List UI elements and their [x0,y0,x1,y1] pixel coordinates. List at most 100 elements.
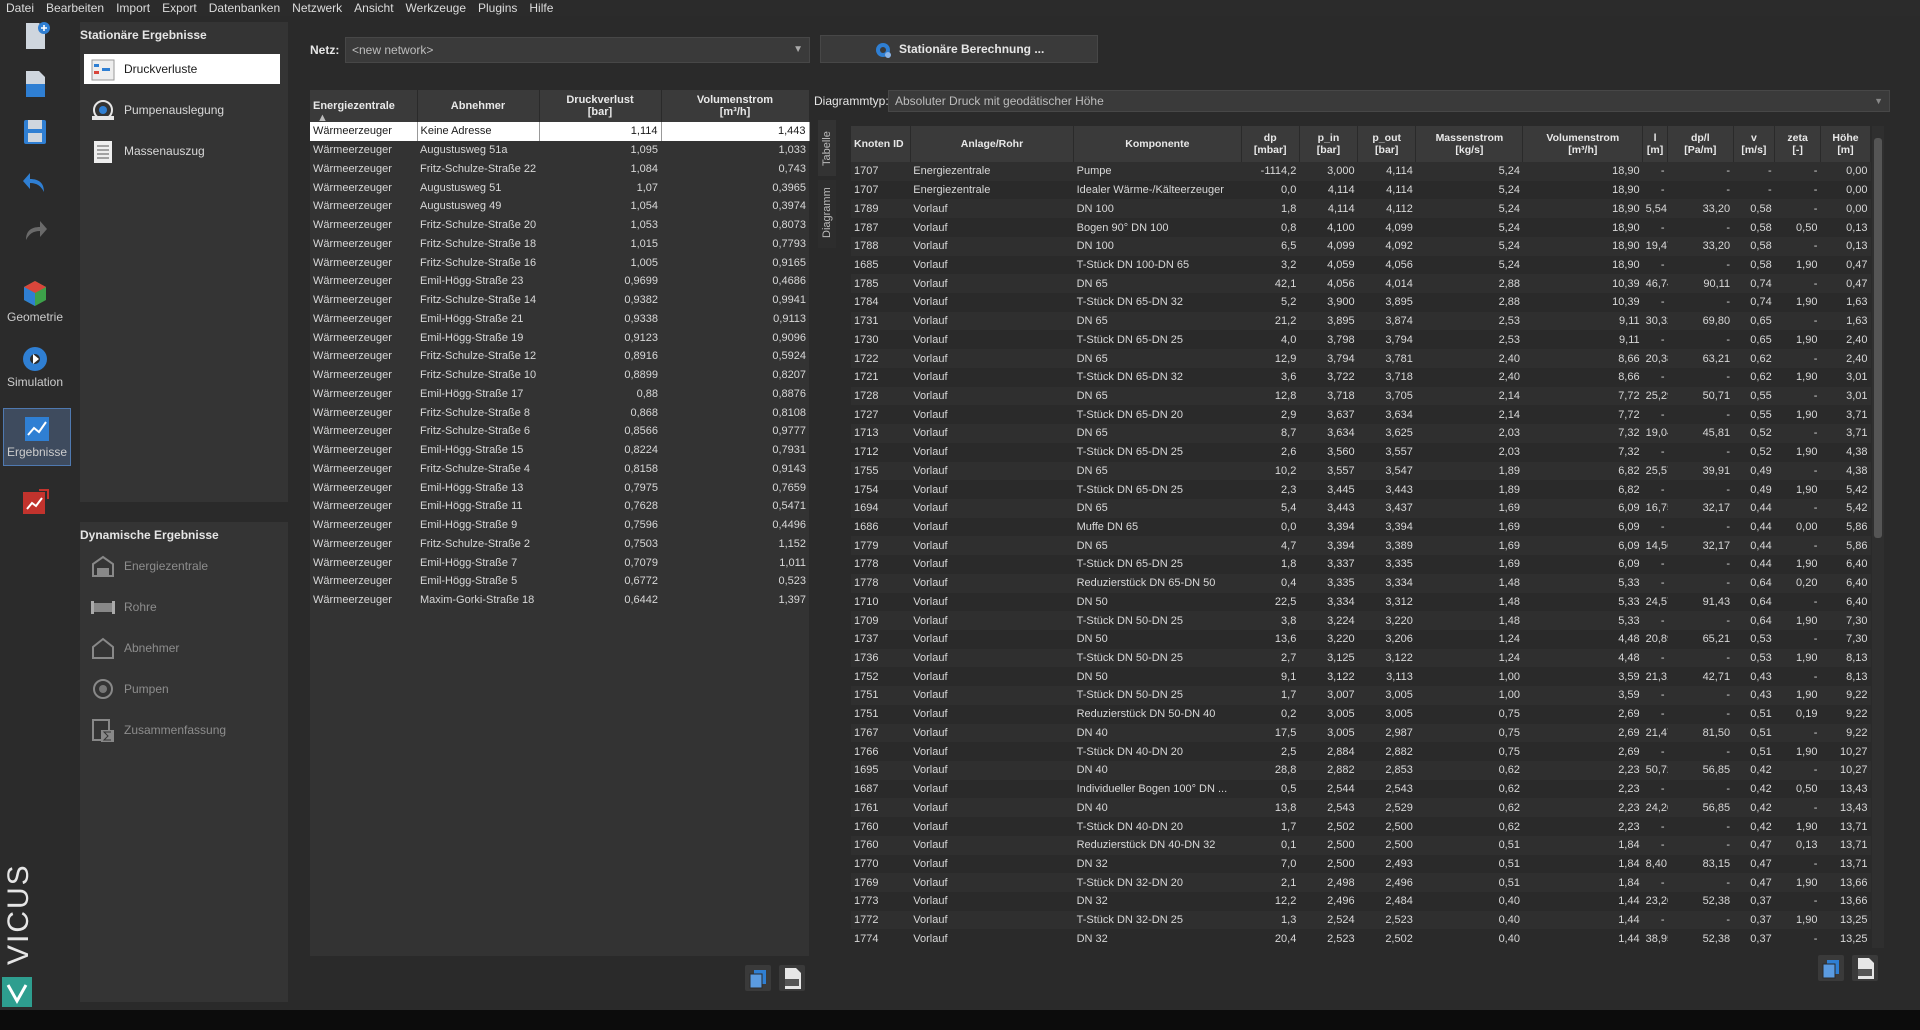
column-header[interactable]: Energiezentrale ▲ [310,90,418,124]
table-row[interactable]: 1695 Vorlauf DN 40 28,8 2,882 2,853 0,62 2,23 50… [851,761,1871,780]
column-header[interactable]: Komponente [1073,126,1242,162]
table-row[interactable]: Wärmeerzeuger Maxim-Gorki-Straße 18 0,6442… [310,591,809,610]
table-row[interactable]: 1754 Vorlauf T-Stück DN 65-DN 25 2,3 3,445 3,… [851,480,1871,499]
table-row[interactable]: Wärmeerzeuger Fritz-Schulze-Straße 6 0,856… [310,422,809,441]
table-row[interactable]: 1760 Vorlauf Reduzierstück DN 40-DN 32 0,1 2… [851,835,1871,855]
geometry-button[interactable]: Geometrie [0,278,70,330]
table-row[interactable]: Wärmeerzeuger Fritz-Schulze-Straße 14 0,93… [310,291,809,310]
column-header[interactable]: Druckverlust [bar] [539,90,662,122]
table-row[interactable]: Wärmeerzeuger Emil-Högg-Straße 21 0,9338 0,… [310,310,809,329]
table-row[interactable]: Wärmeerzeuger Fritz-Schulze-Straße 8 0,868… [310,403,809,422]
nav-druckverluste[interactable]: Druckverluste [84,54,280,84]
table-row[interactable]: Wärmeerzeuger Fritz-Schulze-Straße 20 1,05… [310,216,809,235]
column-header[interactable]: Höhe [m] [1820,126,1872,162]
menu-item[interactable]: Plugins [472,0,523,16]
table-row[interactable]: Wärmeerzeuger Augustusweg 49 1,054 0,3974 [310,197,809,216]
table-row[interactable]: Wärmeerzeuger Emil-Högg-Straße 15 0,8224 0,… [310,441,809,460]
menu-item[interactable]: Datenbanken [203,0,286,16]
column-header[interactable]: Abnehmer [417,90,540,122]
column-header[interactable]: l [m] [1642,126,1669,162]
tab-diagramm[interactable]: Diagramm [818,180,836,248]
table-row[interactable]: 1731 Vorlauf DN 65 21,2 3,895 3,874 2,53 9,11 30… [851,311,1871,331]
table-row[interactable]: 1728 Vorlauf DN 65 12,8 3,718 3,705 2,14 7,72 25… [851,386,1871,406]
menu-item[interactable]: Ansicht [348,0,399,16]
menu-item[interactable]: Datei [0,0,40,16]
column-header[interactable]: Volumenstrom [m³/h] [1522,126,1644,162]
nav-energiezentrale[interactable]: Energiezentrale [84,550,284,582]
table-row[interactable]: Wärmeerzeuger Fritz-Schulze-Straße 16 1,00… [310,253,809,272]
nav-rohre[interactable]: Rohre [84,591,284,623]
table-row[interactable]: 1710 Vorlauf DN 50 22,5 3,334 3,312 1,48 5,33 24… [851,593,1871,612]
column-header[interactable]: Massenstrom [kg/s] [1415,126,1524,162]
copy-table-button-2[interactable] [1818,955,1844,981]
scrollbar-thumb[interactable] [1874,138,1882,538]
table-row[interactable]: 1770 Vorlauf DN 32 7,0 2,500 2,493 0,51 1,84 8,4… [851,855,1871,874]
table-row[interactable]: 1784 Vorlauf T-Stück DN 65-DN 32 5,2 3,900 3,… [851,293,1871,312]
save-button[interactable] [0,116,70,152]
export-button[interactable] [0,486,70,522]
table-row[interactable]: 1722 Vorlauf DN 65 12,9 3,794 3,781 2,40 8,66 20… [851,349,1871,368]
table-row[interactable]: Wärmeerzeuger Fritz-Schulze-Straße 22 1,08… [310,160,809,179]
table-row[interactable]: Wärmeerzeuger Fritz-Schulze-Straße 10 0,88… [310,366,809,385]
table-row[interactable]: Wärmeerzeuger Fritz-Schulze-Straße 2 0,750… [310,535,809,554]
nav-pumpen[interactable]: Pumpen [84,673,284,705]
table-row[interactable]: 1727 Vorlauf T-Stück DN 65-DN 20 2,9 3,637 3,… [851,405,1871,424]
menu-item[interactable]: Hilfe [523,0,559,16]
column-header[interactable]: p_out [bar] [1357,126,1417,162]
table-row[interactable]: 1774 Vorlauf DN 32 20,4 2,523 2,502 0,40 1,44 38… [851,929,1871,948]
table-row[interactable]: 1730 Vorlauf T-Stück DN 65-DN 25 4,0 3,798 3,… [851,330,1871,349]
export-csv-button-2[interactable] [1852,955,1878,981]
table-row[interactable]: Wärmeerzeuger Fritz-Schulze-Straße 18 1,01… [310,235,809,254]
table-row[interactable]: 1766 Vorlauf T-Stück DN 40-DN 20 2,5 2,884 2,… [851,742,1871,761]
table-row[interactable]: 1789 Vorlauf DN 100 1,8 4,114 4,112 5,24 18,90 5… [851,199,1871,219]
nav-pumpenauslegung[interactable]: Pumpenauslegung [84,94,284,126]
export-csv-button[interactable] [779,965,805,991]
simulation-button[interactable]: Simulation [0,343,70,395]
redo-button[interactable] [0,214,70,250]
table-row[interactable]: 1713 Vorlauf DN 65 8,7 3,634 3,625 2,03 7,32 19,… [851,424,1871,443]
table-row[interactable]: 1760 Vorlauf T-Stück DN 40-DN 20 1,7 2,502 2,… [851,817,1871,836]
column-header[interactable]: Volumenstrom [m³/h] [661,90,810,122]
table-row[interactable]: 1737 Vorlauf DN 50 13,6 3,220 3,206 1,24 4,48 20… [851,630,1871,649]
copy-table-button[interactable] [745,965,771,991]
table-row[interactable]: 1761 Vorlauf DN 40 13,8 2,543 2,529 0,62 2,23 24… [851,798,1871,818]
table-row[interactable]: 1767 Vorlauf DN 40 17,5 3,005 2,987 0,75 2,69 21… [851,723,1871,743]
table-row[interactable]: Wärmeerzeuger Keine Adresse 1,114 1,443 [310,122,810,141]
table-row[interactable]: 1769 Vorlauf T-Stück DN 32-DN 20 2,1 2,498 2,… [851,873,1871,893]
table-row[interactable]: 1787 Vorlauf Bogen 90° DN 100 0,8 4,100 4,099… [851,218,1871,237]
table-row[interactable]: Wärmeerzeuger Fritz-Schulze-Straße 12 0,89… [310,347,809,366]
table-row[interactable]: Wärmeerzeuger Augustusweg 51 1,07 0,3965 [310,178,809,197]
table-row[interactable]: 1707 Energiezentrale Pumpe -1114,2 3,000 4,11… [851,162,1871,181]
new-file-button[interactable] [0,20,70,56]
table-row[interactable]: 1773 Vorlauf DN 32 12,2 2,496 2,484 0,40 1,44 23… [851,892,1871,911]
open-file-button[interactable] [0,68,70,104]
menu-item[interactable]: Bearbeiten [40,0,110,16]
table-row[interactable]: Wärmeerzeuger Emil-Högg-Straße 7 0,7079 1,0… [310,553,809,572]
table-row[interactable]: 1751 Vorlauf Reduzierstück DN 50-DN 40 0,2 3… [851,705,1871,724]
column-header[interactable]: dp/l [Pa/m] [1667,126,1734,162]
menu-item[interactable]: Werkzeuge [400,0,472,16]
column-header[interactable]: p_in [bar] [1299,126,1359,162]
table-row[interactable]: 1755 Vorlauf DN 65 10,2 3,557 3,547 1,89 6,82 25… [851,461,1871,481]
table-row[interactable]: 1752 Vorlauf DN 50 9,1 3,122 3,113 1,00 3,59 21,… [851,667,1871,686]
table-row[interactable]: 1779 Vorlauf DN 65 4,7 3,394 3,389 1,69 6,09 14,… [851,536,1871,556]
nav-zusammenfassung[interactable]: Zusammenfassung [84,714,284,746]
table-row[interactable]: 1687 Vorlauf Individueller Bogen 100° DN .… [851,780,1871,799]
table-row[interactable]: 1694 Vorlauf DN 65 5,4 3,443 3,437 1,69 6,09 16,… [851,498,1871,518]
table-row[interactable]: 1707 Energiezentrale Idealer Wärme-/Kältee… [851,181,1871,200]
table-row[interactable]: 1751 Vorlauf T-Stück DN 50-DN 25 1,7 3,007 3,… [851,686,1871,705]
nav-massenauszug[interactable]: Massenauszug [84,135,284,167]
table-row[interactable]: 1685 Vorlauf T-Stück DN 100-DN 65 3,2 4,059 4… [851,256,1871,275]
menu-item[interactable]: Netzwerk [286,0,348,16]
column-header[interactable]: Knoten ID [851,126,911,162]
table-row[interactable]: Wärmeerzeuger Emil-Högg-Straße 11 0,7628 0,… [310,497,809,516]
stationary-calculation-button[interactable]: Stationäre Berechnung ... [820,35,1098,63]
table-row[interactable]: Wärmeerzeuger Emil-Högg-Straße 17 0,88 0,88… [310,385,809,404]
nav-abnehmer[interactable]: Abnehmer [84,632,284,664]
table-row[interactable]: Wärmeerzeuger Emil-Högg-Straße 23 0,9699 0,… [310,272,809,291]
column-header[interactable]: dp [mbar] [1241,126,1300,162]
table-row[interactable]: Wärmeerzeuger Augustusweg 51a 1,095 1,033 [310,141,809,160]
table-row[interactable]: 1778 Vorlauf Reduzierstück DN 65-DN 50 0,4 3… [851,573,1871,593]
menu-item[interactable]: Export [156,0,203,16]
tab-tabelle[interactable]: Tabelle [818,120,836,176]
